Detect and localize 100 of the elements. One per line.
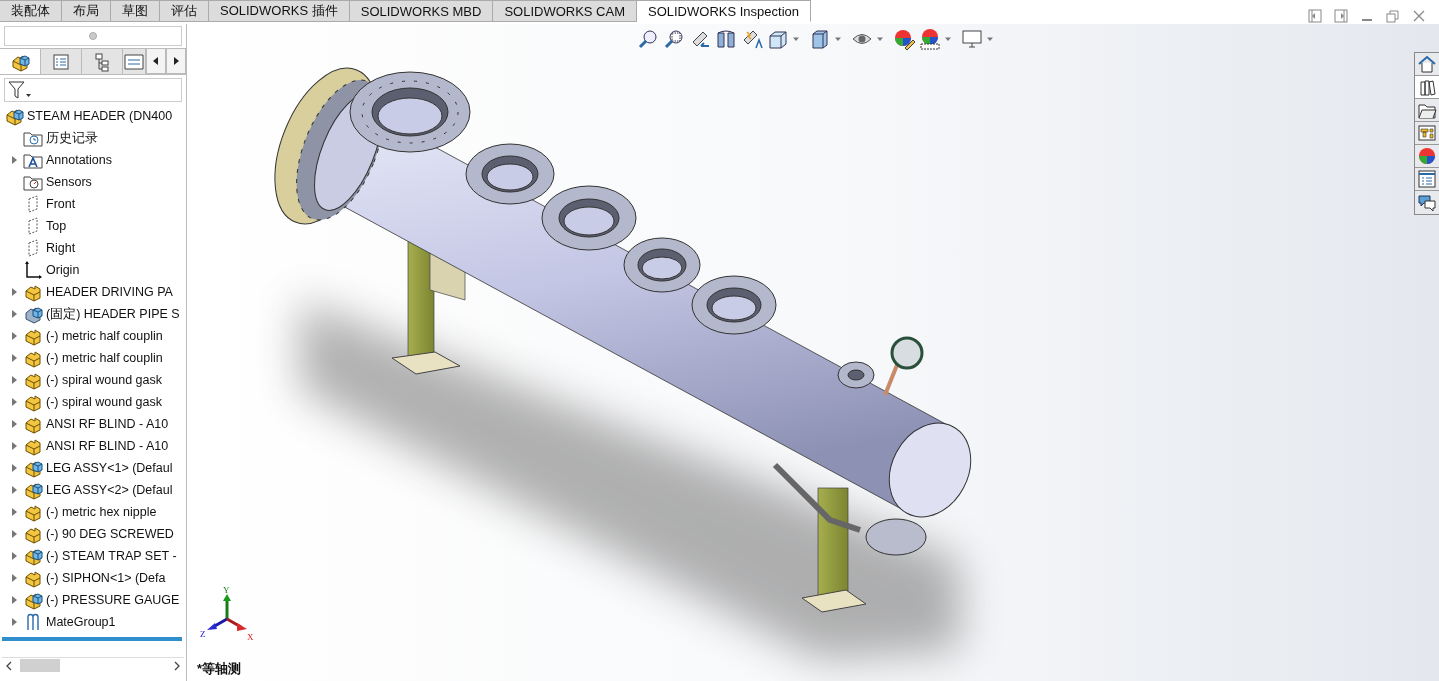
expand-arrow-icon[interactable] (10, 464, 18, 472)
expand-arrow-icon[interactable] (10, 486, 18, 494)
home-icon (1417, 54, 1437, 74)
tree-item[interactable]: 历史记录 (46, 129, 98, 147)
expand-arrow-icon[interactable] (10, 596, 18, 604)
close-icon[interactable] (1411, 8, 1427, 24)
expand-arrow-icon[interactable] (10, 398, 18, 406)
configuration-tree-icon (92, 51, 112, 72)
caret-icon[interactable] (877, 36, 883, 42)
cube-icon[interactable] (809, 28, 831, 50)
part-icon (23, 436, 43, 456)
expand-arrow-icon[interactable] (10, 156, 18, 164)
layout-icon (1417, 123, 1437, 143)
axis-label: Y (223, 585, 230, 595)
tree-item[interactable]: (固定) HEADER PIPE S (46, 305, 180, 323)
chat-button[interactable] (1415, 191, 1439, 214)
filter-field[interactable] (4, 78, 182, 102)
scrollbar-thumb[interactable] (20, 659, 60, 672)
tab-icon (124, 51, 144, 72)
book-stack-button[interactable] (1415, 76, 1439, 99)
x-axis-arrow (226, 617, 247, 631)
tree-item[interactable]: LEG ASSY<1> (Defaul (46, 461, 173, 475)
panel-tab[interactable] (41, 48, 82, 74)
tree-item[interactable]: ANSI RF BLIND - A10 (46, 439, 169, 453)
tree-item[interactable]: Right (46, 241, 76, 255)
tree-item[interactable]: Front (46, 197, 76, 211)
panel-tab[interactable] (0, 48, 41, 74)
part-icon (23, 392, 43, 412)
cube-icon[interactable] (767, 28, 789, 50)
color-ball-button[interactable] (1415, 145, 1439, 168)
color-ball-icon[interactable] (919, 28, 941, 50)
expand-arrow-icon[interactable] (10, 574, 18, 582)
tree-item[interactable]: (-) STEAM TRAP SET - (46, 549, 177, 563)
tree-item[interactable]: (-) SIPHON<1> (Defa (46, 571, 166, 585)
ribbon-tab[interactable]: SOLIDWORKS CAM (493, 0, 637, 22)
tree-item[interactable]: Annotations (46, 153, 113, 167)
assembly-icon (4, 106, 24, 126)
ribbon-tab[interactable]: SOLIDWORKS 插件 (209, 0, 350, 22)
tree-item[interactable]: (-) metric hex nipple (46, 505, 157, 519)
ribbon-tab[interactable]: SOLIDWORKS MBD (349, 0, 494, 22)
tree-item[interactable]: MateGroup1 (46, 615, 116, 629)
tree-item[interactable]: (-) metric half couplin (46, 351, 163, 365)
magnifier-icon[interactable] (637, 28, 659, 50)
expand-arrow-icon[interactable] (10, 376, 18, 384)
part-icon (23, 326, 43, 346)
expand-arrow-icon[interactable] (10, 508, 18, 516)
caret-icon[interactable] (793, 36, 799, 42)
ribbon-tab[interactable]: 草图 (111, 0, 160, 22)
monitor-icon[interactable] (961, 28, 983, 50)
chat-icon (1417, 192, 1437, 213)
color-ball-icon (1417, 146, 1437, 166)
tree-item[interactable]: (-) PRESSURE GAUGE (46, 593, 180, 607)
tree-item[interactable]: ANSI RF BLIND - A10 (46, 417, 169, 431)
scroll-right-button[interactable] (166, 48, 186, 74)
ribbon-tab[interactable]: 布局 (62, 0, 111, 22)
restore-icon[interactable] (1385, 8, 1401, 24)
part-icon (23, 348, 43, 368)
assembly-icon (23, 458, 43, 478)
expand-arrow-icon[interactable] (10, 310, 18, 318)
tree-item[interactable]: LEG ASSY<2> (Defaul (46, 483, 173, 497)
tree-item[interactable]: Sensors (46, 175, 92, 189)
expand-arrow-icon[interactable] (10, 552, 18, 560)
tree-item[interactable]: (-) spiral wound gask (46, 395, 162, 409)
list-button[interactable] (1415, 168, 1439, 191)
tree-item[interactable]: Top (46, 219, 67, 233)
expand-arrow-icon[interactable] (10, 442, 18, 450)
expand-arrow-icon[interactable] (10, 420, 18, 428)
expand-arrow-icon[interactable] (10, 332, 18, 340)
tree-item[interactable]: (-) metric half couplin (46, 329, 163, 343)
caret-icon[interactable] (945, 36, 951, 42)
expand-arrow-icon[interactable] (10, 288, 18, 296)
caret-icon[interactable] (987, 36, 993, 42)
panel-left-icon[interactable] (1307, 8, 1323, 24)
caret-icon[interactable] (835, 36, 841, 42)
folder-button[interactable] (1415, 99, 1439, 122)
tree-item[interactable]: STEAM HEADER (DN400 (27, 109, 173, 123)
list-icon (1417, 169, 1437, 189)
panel-right-icon[interactable] (1333, 8, 1349, 24)
assembly-icon (23, 546, 43, 566)
origin-icon (23, 260, 43, 280)
magnifier-icon[interactable] (663, 28, 685, 50)
ribbon-tab[interactable]: SOLIDWORKS Inspection (637, 0, 811, 22)
assembly-icon (23, 480, 43, 500)
splitter-handle[interactable] (89, 32, 97, 40)
ribbon-tab[interactable]: 装配体 (0, 0, 62, 22)
tree-item[interactable]: (-) 90 DEG SCREWED (46, 527, 174, 541)
expand-arrow-icon[interactable] (10, 530, 18, 538)
tree-item[interactable]: HEADER DRIVING PA (46, 285, 173, 299)
panel-tab[interactable] (82, 48, 123, 74)
expand-arrow-icon[interactable] (10, 354, 18, 362)
expand-arrow-icon[interactable] (10, 618, 18, 626)
part-icon (23, 282, 43, 302)
section-view-icon[interactable] (715, 28, 737, 50)
ribbon-tab[interactable]: 评估 (160, 0, 209, 22)
tree-item[interactable]: Origin (46, 263, 80, 277)
home-button[interactable] (1415, 53, 1439, 76)
color-ball-icon[interactable] (893, 28, 915, 50)
tree-item[interactable]: (-) spiral wound gask (46, 373, 162, 387)
layout-button[interactable] (1415, 122, 1439, 145)
scroll-left-button[interactable] (146, 48, 166, 74)
